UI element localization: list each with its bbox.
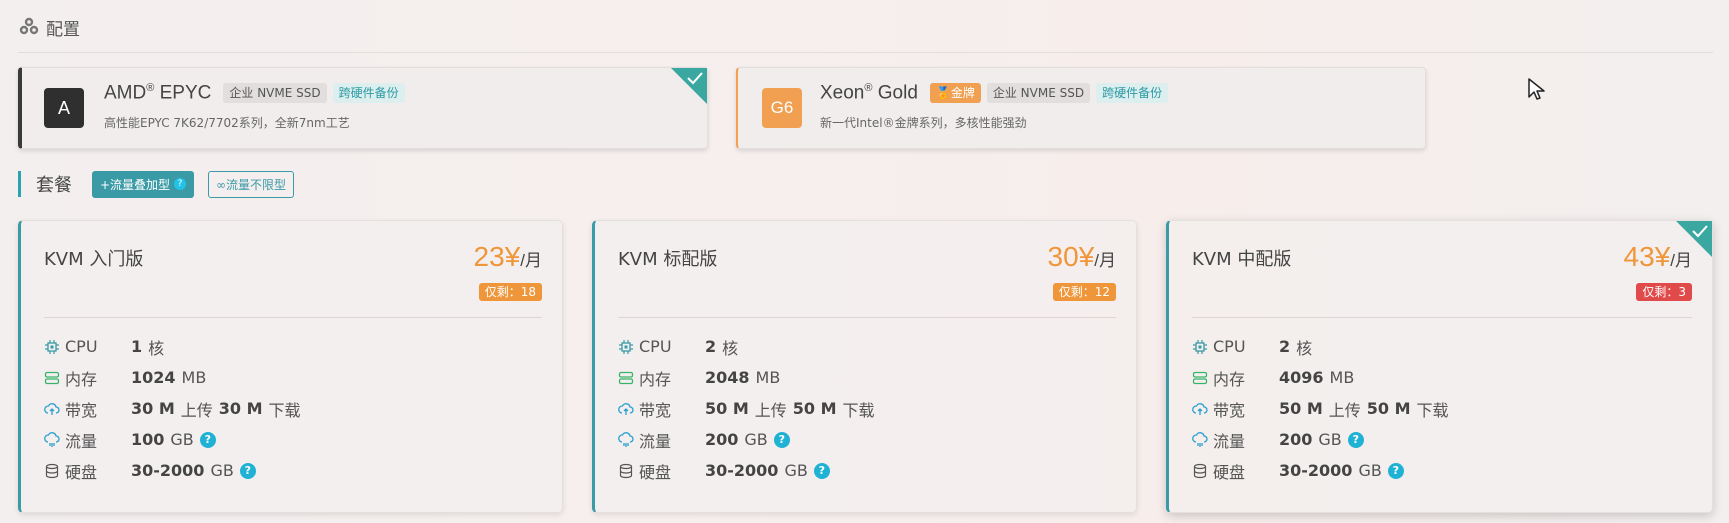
help-icon[interactable]: ? bbox=[199, 431, 216, 448]
help-icon[interactable]: ? bbox=[773, 431, 790, 448]
stock-badge: 仅剩：18 bbox=[478, 283, 542, 301]
help-icon[interactable]: ? bbox=[813, 462, 830, 479]
cloud-upload-icon bbox=[618, 402, 634, 415]
cpu-icon bbox=[619, 339, 633, 354]
cubes-icon bbox=[19, 17, 39, 35]
spec-disk: 硬盘 30-2000 GB? bbox=[44, 455, 307, 486]
cpu-icon bbox=[1193, 339, 1207, 354]
tag-nvme: 企业 NVME SSD bbox=[223, 83, 327, 104]
cpu-model-name: AMD® EPYC bbox=[104, 82, 212, 104]
plan-card-3[interactable]: KVM 中配版 43¥/月 仅剩：3 CPU 2 核 内存 4096 MB 带宽 50 M… bbox=[1166, 220, 1713, 513]
config-section-header: 配置 bbox=[18, 14, 80, 40]
help-icon[interactable]: ? bbox=[1347, 431, 1364, 448]
config-description: 新一代Intel®金牌系列，多核性能强劲 bbox=[820, 116, 1027, 130]
cloud-rain-icon bbox=[1192, 431, 1208, 447]
cloud-rain-icon bbox=[44, 431, 60, 447]
selected-check-icon bbox=[1676, 221, 1712, 257]
cloud-rain-icon bbox=[618, 431, 634, 447]
spec-traffic: 流量 200 GB? bbox=[1192, 424, 1455, 455]
config-card-xeon[interactable]: G6 Xeon® Gold 🏅金牌 企业 NVME SSD 跨硬件备份 新一代I… bbox=[736, 67, 1426, 149]
cpu-model-name: Xeon® Gold bbox=[820, 82, 918, 104]
cpu-icon bbox=[45, 339, 59, 354]
spec-bandwidth: 带宽 50 M 上传 50 M 下载 bbox=[1192, 393, 1455, 424]
help-icon: ? bbox=[174, 178, 187, 190]
xeon-logo: G6 bbox=[762, 88, 802, 128]
tag-nvme: 企业 NVME SSD bbox=[986, 83, 1091, 104]
section-accent-bar bbox=[18, 171, 21, 197]
amd-logo: A bbox=[44, 88, 84, 128]
plan-price: 23¥/月 bbox=[473, 241, 542, 272]
selected-check-icon bbox=[671, 68, 707, 104]
spec-cpu: CPU 2 核 bbox=[618, 331, 881, 362]
spec-bandwidth: 带宽 50 M 上传 50 M 下载 bbox=[618, 393, 881, 424]
spec-disk: 硬盘 30-2000 GB? bbox=[1192, 455, 1455, 486]
unlimited-traffic-button[interactable]: ∞流量不限型 bbox=[208, 170, 295, 198]
mouse-cursor-icon bbox=[1528, 78, 1545, 100]
database-icon bbox=[45, 463, 59, 478]
plans-title: 套餐 bbox=[36, 175, 72, 196]
spec-disk: 硬盘 30-2000 GB? bbox=[618, 455, 881, 486]
spec-bandwidth: 带宽 30 M 上传 30 M 下载 bbox=[44, 393, 307, 424]
spec-traffic: 流量 200 GB? bbox=[618, 424, 881, 455]
help-icon[interactable]: ? bbox=[1387, 462, 1404, 479]
traffic-addon-button[interactable]: +流量叠加型 ? bbox=[92, 170, 195, 198]
spec-list: CPU 1 核 内存 1024 MB 带宽 30 M 上传 30 M 下载 流量 100 GB? 硬… bbox=[44, 331, 307, 486]
spec-traffic: 流量 100 GB? bbox=[44, 424, 307, 455]
plan-divider bbox=[44, 317, 542, 318]
plan-divider bbox=[1192, 317, 1692, 318]
spec-memory: 内存 1024 MB bbox=[44, 362, 307, 393]
spec-cpu: CPU 2 核 bbox=[1192, 331, 1455, 362]
memory-icon bbox=[618, 371, 634, 384]
spec-memory: 内存 4096 MB bbox=[1192, 362, 1455, 393]
tag-gold: 🏅金牌 bbox=[929, 83, 981, 104]
stock-badge: 仅剩：3 bbox=[1636, 283, 1692, 301]
plan-card-2[interactable]: KVM 标配版 30¥/月 仅剩：12 CPU 2 核 内存 2048 MB 带宽 50 … bbox=[592, 220, 1137, 513]
help-icon[interactable]: ? bbox=[239, 462, 256, 479]
section-divider bbox=[18, 52, 1713, 53]
plan-divider bbox=[618, 317, 1116, 318]
config-description: 高性能EPYC 7K62/7702系列，全新7nm工艺 bbox=[104, 116, 350, 130]
cloud-upload-icon bbox=[44, 402, 60, 415]
config-card-amd[interactable]: A AMD® EPYC 企业 NVME SSD 跨硬件备份 高性能EPYC 7K… bbox=[18, 67, 708, 149]
plans-section-header: 套餐 +流量叠加型 ? ∞流量不限型 bbox=[18, 169, 295, 199]
database-icon bbox=[619, 463, 633, 478]
cloud-upload-icon bbox=[1192, 402, 1208, 415]
plan-name: KVM 中配版 bbox=[1192, 249, 1292, 270]
config-title: 配置 bbox=[46, 19, 80, 40]
plan-card-1[interactable]: KVM 入门版 23¥/月 仅剩：18 CPU 1 核 内存 1024 MB 带宽 30 … bbox=[18, 220, 563, 513]
plan-name: KVM 标配版 bbox=[618, 249, 718, 270]
database-icon bbox=[1193, 463, 1207, 478]
memory-icon bbox=[44, 371, 60, 384]
spec-memory: 内存 2048 MB bbox=[618, 362, 881, 393]
plan-name: KVM 入门版 bbox=[44, 249, 144, 270]
memory-icon bbox=[1192, 371, 1208, 384]
stock-badge: 仅剩：12 bbox=[1052, 283, 1116, 301]
spec-list: CPU 2 核 内存 2048 MB 带宽 50 M 上传 50 M 下载 流量 200 GB? 硬… bbox=[618, 331, 881, 486]
plan-price: 30¥/月 bbox=[1047, 241, 1116, 272]
spec-list: CPU 2 核 内存 4096 MB 带宽 50 M 上传 50 M 下载 流量 200 GB? 硬… bbox=[1192, 331, 1455, 486]
spec-cpu: CPU 1 核 bbox=[44, 331, 307, 362]
tag-backup: 跨硬件备份 bbox=[1096, 83, 1169, 104]
tag-backup: 跨硬件备份 bbox=[332, 83, 405, 104]
